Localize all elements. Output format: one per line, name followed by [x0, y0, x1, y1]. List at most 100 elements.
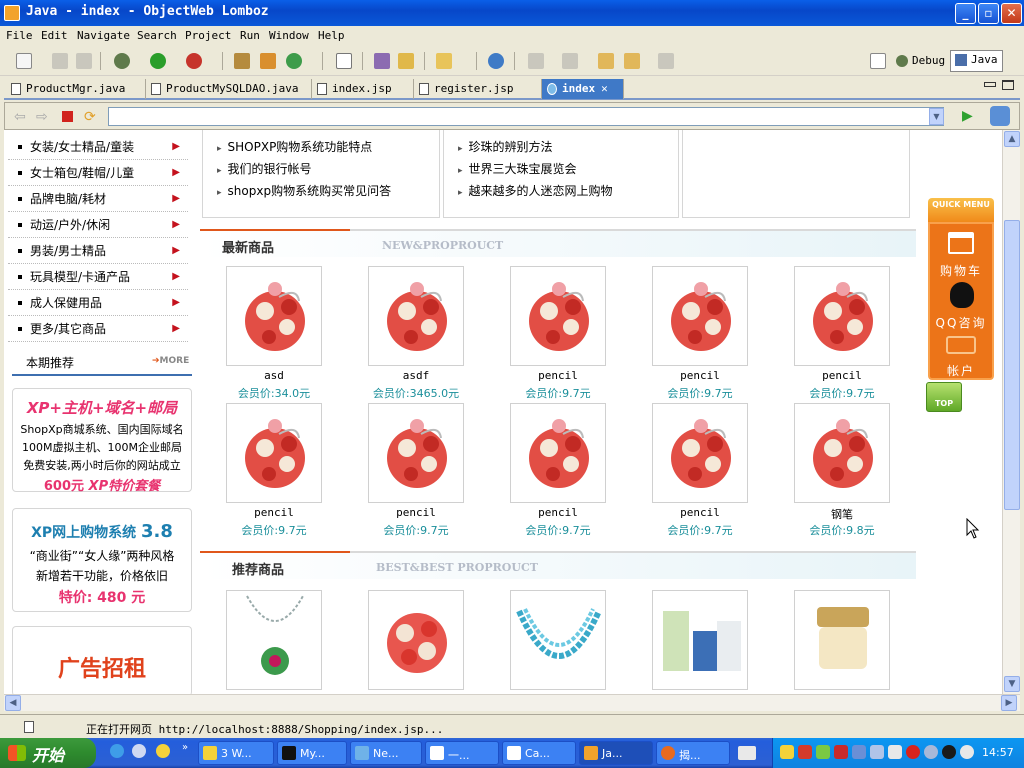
product-name[interactable]: 钢笔 — [772, 506, 912, 522]
tab-index-jsp[interactable]: index.jsp — [312, 79, 414, 99]
scroll-right-icon[interactable]: ▶ — [1001, 695, 1017, 711]
menu-help[interactable]: Help — [318, 29, 345, 42]
chevron-icon[interactable]: » — [182, 742, 188, 753]
go-icon[interactable]: ▶ — [962, 108, 973, 124]
forward-icon[interactable] — [658, 53, 674, 69]
news-link[interactable]: SHOPXP购物系统功能特点 — [217, 138, 373, 155]
category-item[interactable]: 动运/户外/休闲 ▶ — [8, 212, 188, 238]
open-perspective-icon[interactable] — [870, 53, 886, 69]
back-to-top-button[interactable]: TOP — [926, 382, 962, 412]
product-name[interactable]: pencil — [630, 506, 770, 519]
open-type-icon[interactable] — [374, 53, 390, 69]
product-name[interactable]: asdf — [346, 369, 486, 382]
quicklaunch-icon[interactable] — [156, 744, 170, 758]
scroll-down-icon[interactable]: ▼ — [1004, 676, 1020, 692]
debug-perspective[interactable]: Debug — [892, 52, 949, 72]
menu-project[interactable]: Project — [185, 29, 231, 42]
category-item[interactable]: 更多/其它商品 ▶ — [8, 316, 188, 342]
close-button[interactable]: ✕ — [1001, 3, 1022, 24]
news-link[interactable]: 世界三大珠宝展览会 — [458, 160, 577, 177]
next-annotation-icon[interactable] — [528, 53, 544, 69]
open-folder-icon[interactable] — [436, 53, 452, 69]
java-perspective[interactable]: Java — [950, 50, 1003, 72]
minimize-button[interactable]: _ — [955, 3, 976, 24]
vertical-scrollbar[interactable]: ▲ ▼ — [1002, 130, 1020, 694]
server-icon[interactable] — [234, 53, 250, 69]
category-item[interactable]: 女装/女士精品/童装 ▶ — [8, 134, 188, 160]
product-image[interactable] — [794, 266, 890, 366]
product-name[interactable]: pencil — [346, 506, 486, 519]
ie-icon[interactable] — [110, 744, 124, 758]
category-item[interactable]: 玩具模型/卡通产品 ▶ — [8, 264, 188, 290]
product-image[interactable] — [652, 403, 748, 503]
recommended-product-image[interactable] — [794, 590, 890, 690]
tab-productmysqldao[interactable]: ProductMySQLDAO.java — [146, 79, 312, 99]
product-image[interactable] — [794, 403, 890, 503]
product-name[interactable]: pencil — [630, 369, 770, 382]
last-edit-icon[interactable] — [598, 53, 614, 69]
tray-icon[interactable] — [852, 745, 866, 759]
tray-icon[interactable] — [942, 745, 956, 759]
menu-edit[interactable]: Edit — [41, 29, 68, 42]
recommended-product-image[interactable] — [226, 590, 322, 690]
minimize-editor-icon[interactable] — [984, 82, 996, 87]
ad-shop-system[interactable]: XP网上购物系统 3.8 “商业街”“女人缘”两种风格 新增若干功能，价格依旧 … — [12, 508, 192, 612]
maximize-button[interactable]: ▫ — [978, 3, 999, 24]
recommended-product-image[interactable] — [510, 590, 606, 690]
back-icon[interactable] — [624, 53, 640, 69]
news-link[interactable]: 珍珠的辨别方法 — [458, 138, 553, 155]
product-image[interactable] — [368, 403, 464, 503]
ad-rent-space[interactable]: 广告招租 — [12, 626, 192, 696]
product-name[interactable]: pencil — [772, 369, 912, 382]
taskbar-item[interactable]: Ne... — [350, 741, 422, 765]
news-link[interactable]: 我们的银行帐号 — [217, 160, 312, 177]
refresh-icon[interactable]: ⟳ — [84, 109, 96, 125]
debug-icon[interactable] — [114, 53, 130, 69]
close-tab-icon[interactable]: ✕ — [601, 82, 608, 95]
taskbar-item[interactable]: 3 W... — [198, 741, 274, 765]
new-icon[interactable] — [16, 53, 32, 69]
news-link[interactable]: 越来越多的人迷恋网上购物 — [458, 182, 613, 199]
menu-file[interactable]: File — [6, 29, 33, 42]
more-link[interactable]: ➔MORE — [152, 356, 189, 366]
globe-icon[interactable] — [488, 53, 504, 69]
refresh-icon[interactable] — [286, 53, 302, 69]
product-name[interactable]: asd — [204, 369, 344, 382]
start-button[interactable]: 开始 — [0, 738, 96, 768]
tray-icon[interactable] — [888, 745, 902, 759]
tab-register-jsp[interactable]: register.jsp — [414, 79, 542, 99]
ad-hosting-package[interactable]: XP+主机+域名+邮局 ShopXp商城系统、国内国际域名 100M虚拟主机、1… — [12, 388, 192, 494]
qq-label[interactable]: QQ咨询 — [930, 314, 992, 331]
category-item[interactable]: 男装/男士精品 ▶ — [8, 238, 188, 264]
tray-icon[interactable] — [834, 745, 848, 759]
search-icon[interactable] — [398, 53, 414, 69]
taskbar-item[interactable]: Ja... — [579, 741, 653, 765]
product-image[interactable] — [652, 266, 748, 366]
product-image[interactable] — [510, 403, 606, 503]
stop-icon[interactable] — [62, 111, 73, 122]
url-input[interactable] — [108, 107, 944, 126]
product-image[interactable] — [226, 403, 322, 503]
quicklaunch-icon[interactable] — [132, 744, 146, 758]
print-icon[interactable] — [76, 53, 92, 69]
product-name[interactable]: pencil — [488, 506, 628, 519]
tray-icon[interactable] — [924, 745, 938, 759]
save-icon[interactable] — [52, 53, 68, 69]
volume-icon[interactable] — [960, 745, 974, 759]
tray-icon[interactable] — [870, 745, 884, 759]
task-list-icon[interactable] — [336, 53, 352, 69]
previous-annotation-icon[interactable] — [562, 53, 578, 69]
keyboard-icon[interactable] — [738, 746, 756, 760]
scroll-thumb[interactable] — [1004, 220, 1020, 510]
external-tools-icon[interactable] — [186, 53, 202, 69]
product-image[interactable] — [368, 266, 464, 366]
menu-run[interactable]: Run — [240, 29, 260, 42]
taskbar-item[interactable]: 揭... — [656, 741, 730, 765]
url-dropdown-icon[interactable]: ▼ — [929, 108, 944, 125]
taskbar-item[interactable]: Ca... — [502, 741, 576, 765]
taskbar-item[interactable]: My... — [277, 741, 347, 765]
forward-arrow-icon[interactable]: ⇨ — [36, 109, 48, 125]
account-label[interactable]: 帐户 — [930, 362, 992, 379]
tray-icon[interactable] — [780, 745, 794, 759]
scroll-left-icon[interactable]: ◀ — [5, 695, 21, 711]
